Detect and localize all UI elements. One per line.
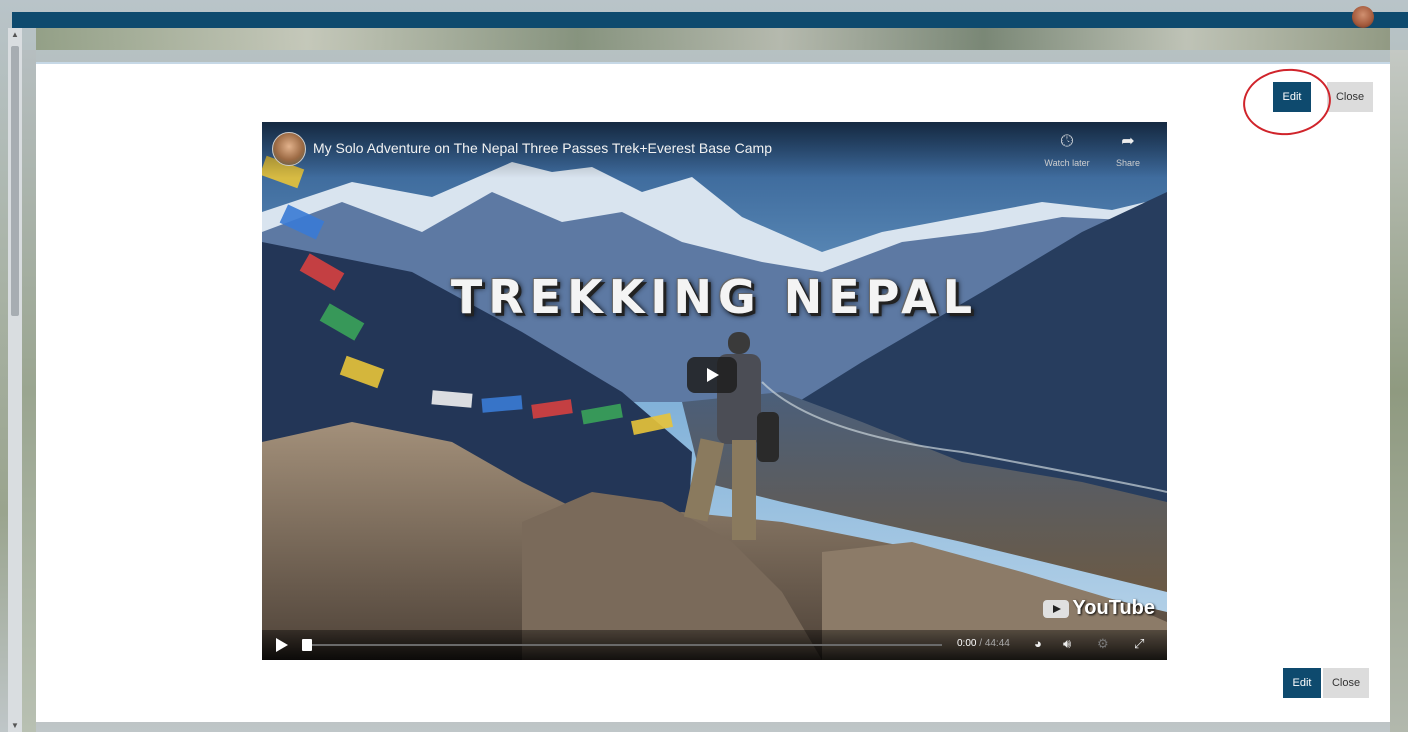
background-left-strip — [22, 50, 36, 732]
edit-button-top[interactable]: Edit — [1273, 82, 1311, 112]
play-icon[interactable] — [276, 638, 288, 652]
large-play-button[interactable] — [687, 357, 737, 393]
palette-icon[interactable]: ◕ — [1034, 636, 1042, 652]
user-avatar[interactable] — [1352, 6, 1374, 28]
time-display: 0:00 / 44:44 — [957, 638, 1010, 649]
scrollbar-thumb[interactable] — [11, 46, 19, 316]
scroll-up-arrow-icon[interactable]: ▲ — [11, 30, 19, 39]
watch-later-button[interactable]: 🕓︎ Watch later — [1037, 132, 1097, 168]
volume-icon[interactable]: 🔊︎ — [1063, 636, 1071, 652]
fullscreen-icon[interactable]: ⤢ — [1134, 636, 1144, 652]
share-arrow-icon: ➦ — [1121, 133, 1135, 150]
youtube-video-player[interactable]: My Solo Adventure on The Nepal Three Pas… — [262, 122, 1167, 660]
youtube-brand-label: YouTube — [1072, 597, 1155, 619]
time-separator: / — [976, 638, 985, 649]
top-navigation-bar — [12, 6, 1408, 28]
background-image-strip — [36, 28, 1390, 50]
player-controls-bar: 0:00 / 44:44 ◕ 🔊︎ ⚙ ⤢ — [262, 630, 1167, 660]
scroll-down-arrow-icon[interactable]: ▼ — [11, 721, 19, 730]
progress-scrubber[interactable] — [302, 639, 312, 651]
gear-icon[interactable]: ⚙ — [1097, 636, 1109, 652]
edit-button-bottom[interactable]: Edit — [1283, 668, 1321, 698]
video-title[interactable]: My Solo Adventure on The Nepal Three Pas… — [313, 140, 772, 156]
video-duration: 44:44 — [984, 638, 1010, 649]
progress-bar[interactable] — [302, 639, 942, 651]
channel-avatar[interactable] — [272, 132, 306, 166]
clock-icon: 🕓︎ — [1060, 133, 1074, 150]
youtube-play-icon — [1043, 599, 1070, 618]
current-time: 0:00 — [957, 638, 977, 649]
close-button-bottom[interactable]: Close — [1323, 668, 1369, 698]
page-scrollbar[interactable]: ▲ ▼ — [8, 28, 22, 732]
close-button-top[interactable]: Close — [1327, 82, 1373, 112]
video-overlay-title: TREKKING NEPAL — [450, 270, 979, 324]
video-header-overlay: My Solo Adventure on The Nepal Three Pas… — [262, 122, 1167, 178]
video-modal: Edit Close My Solo Adventure on The Nepa… — [36, 62, 1390, 722]
share-button[interactable]: ➦ Share — [1098, 132, 1158, 168]
watch-later-label: Watch later — [1044, 158, 1090, 168]
background-right-strip — [1390, 50, 1408, 732]
youtube-logo[interactable]: YouTube — [1043, 597, 1155, 620]
share-label: Share — [1115, 158, 1141, 168]
